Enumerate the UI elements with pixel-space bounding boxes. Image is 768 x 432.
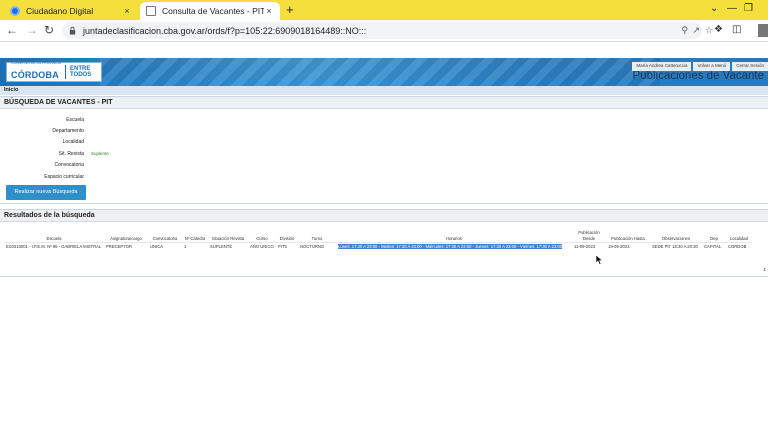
address-bar[interactable]: juntadeclasificacion.cba.gov.ar/ords/f?p… [62, 22, 702, 39]
field-departamento: Departamento [0, 126, 91, 135]
column-header[interactable]: Turno [298, 230, 336, 243]
cell-dep: CAPITAL [702, 242, 726, 251]
minimize-button[interactable]: — [727, 3, 737, 14]
column-header[interactable]: Escuela [4, 230, 104, 243]
browser-tab-strip: Ciudadano Digital × Consulta de Vacantes… [0, 0, 768, 20]
new-tab-button[interactable]: + [286, 2, 294, 17]
field-label: Departamento [52, 127, 84, 134]
page-title: Publicaciones de Vacante [632, 70, 765, 82]
field-convocatoria: Convocatoria [0, 160, 91, 169]
column-header[interactable]: Horarios [336, 230, 572, 243]
column-header[interactable]: Asignatura/cargo [104, 230, 148, 243]
top-navigation: María Andrea Catteruccia Volver a Menú C… [632, 62, 768, 71]
field-label: Espacio curricular [44, 173, 84, 180]
cell-division: PIT5 [276, 242, 298, 251]
column-header[interactable]: Publicación Desde [572, 230, 606, 243]
results-heading: Resultados de la búsqueda [0, 210, 768, 222]
column-header[interactable]: Convocatoria [148, 230, 182, 243]
close-icon[interactable]: × [122, 6, 132, 16]
banner-pattern [100, 58, 660, 86]
field-value: Suplente [91, 151, 109, 156]
column-header[interactable]: Localidad [726, 230, 752, 243]
browser-toolbar: ← → ↻ juntadeclasificacion.cba.gov.ar/or… [0, 20, 768, 42]
column-header[interactable]: Curso [248, 230, 276, 243]
column-header[interactable]: Observaciones [650, 230, 702, 243]
restore-button[interactable]: ❐ [744, 3, 753, 14]
lock-icon [69, 26, 76, 35]
logo-divider [64, 65, 66, 79]
column-header[interactable]: División [276, 230, 298, 243]
new-search-button[interactable]: Realizar nueva Búsqueda [6, 185, 86, 200]
field-label: Escuela [66, 116, 84, 123]
column-header[interactable]: Publicación Hasta [606, 230, 650, 243]
cell-convocatoria: UNICA [148, 242, 182, 251]
cell-publicacion-desde: 11-09-2023 [572, 242, 606, 251]
cell-catedra: 1 [182, 242, 208, 251]
field-escuela: Escuela [0, 115, 91, 124]
profile-avatar[interactable] [758, 24, 768, 37]
globe-icon [10, 6, 20, 16]
cell-asignatura: PRECEPTOR [104, 242, 148, 251]
field-label: Convocatoria [54, 161, 84, 168]
logo-todos: TODOS [69, 72, 92, 78]
logo-name: CÓRDOBA [11, 70, 59, 80]
cell-turno: NOCTURNO [298, 242, 336, 251]
cordoba-logo[interactable]: GOBIERNO DE LA PROVINCIA CÓRDOBA ENTRE T… [6, 61, 102, 82]
column-header[interactable]: Situación Revista [208, 230, 248, 243]
page-icon [146, 6, 156, 16]
search-heading: BÚSQUEDA DE VACANTES - PIT [0, 97, 768, 109]
table-row: ES0310001 - I.P.E.M. Nº 98 - GABRIELA MI… [4, 242, 752, 251]
close-icon[interactable]: × [264, 6, 274, 16]
cell-publicacion-hasta: 19-09-2023 [606, 242, 650, 251]
cell-observaciones: SEDE PIT 18:30 A 20:30 [650, 242, 702, 251]
cell-horarios: Lunes: 17:30 A 23:00 - Martes: 17:30 A 2… [336, 242, 572, 251]
share-icon[interactable]: ↗ [692, 25, 700, 36]
back-arrow-icon[interactable]: ← [6, 23, 18, 37]
reload-icon[interactable]: ↻ [44, 23, 54, 37]
table-header-row: Escuela Asignatura/cargo Convocatoria Nº… [4, 230, 752, 243]
breadcrumb-home[interactable]: Inicio [4, 87, 18, 93]
field-label: Sit. Revista [58, 150, 84, 157]
star-icon[interactable]: ☆ [705, 25, 713, 36]
logout-link[interactable]: Cerrar Sesión [732, 62, 768, 71]
extensions-icon[interactable]: ❖ [714, 24, 723, 35]
url-text: juntadeclasificacion.cba.gov.ar/ords/f?p… [83, 25, 367, 36]
column-header[interactable]: Dep [702, 230, 726, 243]
logo-small-text: GOBIERNO DE LA PROVINCIA [11, 61, 61, 65]
results-panel: Resultados de la búsqueda Escuela Asigna… [0, 209, 768, 277]
zoom-icon[interactable]: ⚲ [681, 25, 688, 36]
breadcrumb: Inicio [0, 86, 768, 95]
field-sit-revista: Sit. Revista Suplente [0, 149, 109, 158]
tab-ciudadano-digital[interactable]: Ciudadano Digital × [4, 2, 138, 20]
field-espacio-curricular: Espacio curricular [0, 172, 91, 181]
sidebar-icon[interactable]: ◫ [732, 24, 741, 35]
cell-curso: AÑO UNICO [248, 242, 276, 251]
tab-title: Consulta de Vacantes - PIT [162, 6, 264, 16]
field-label: Localidad [62, 138, 84, 145]
selected-horarios-text: Lunes: 17:30 A 23:00 - Martes: 17:30 A 2… [338, 244, 563, 249]
back-to-menu-link[interactable]: Volver a Menú [693, 62, 731, 71]
cell-localidad: CORDOB [726, 242, 752, 251]
forward-arrow-icon[interactable]: → [26, 23, 38, 37]
tab-title: Ciudadano Digital [26, 6, 94, 16]
mouse-cursor-icon [596, 255, 603, 265]
user-name-link[interactable]: María Andrea Catteruccia [632, 62, 692, 71]
cell-escuela: ES0310001 - I.P.E.M. Nº 98 - GABRIELA MI… [4, 242, 104, 251]
column-header[interactable]: Nº Cátedra [182, 230, 208, 243]
tab-consulta-vacantes[interactable]: Consulta de Vacantes - PIT × [140, 2, 280, 20]
search-panel: BÚSQUEDA DE VACANTES - PIT Escuela Depar… [0, 96, 768, 204]
cell-situacion: SUPLENTE [208, 242, 248, 251]
pagination[interactable]: 1 [763, 267, 766, 272]
field-localidad: Localidad [0, 137, 91, 146]
tab-search-icon[interactable]: ⌄ [710, 3, 718, 14]
results-table: Escuela Asignatura/cargo Convocatoria Nº… [4, 230, 752, 251]
